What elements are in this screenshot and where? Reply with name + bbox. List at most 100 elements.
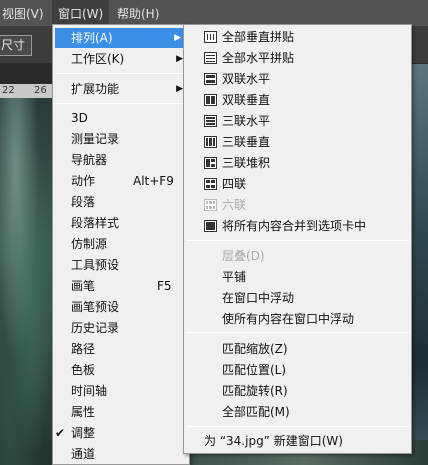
submenu-item-match-all[interactable]: 全部匹配(M) — [184, 402, 411, 422]
menu-separator — [55, 103, 187, 104]
submenu-item-four-up[interactable]: 四联 — [184, 174, 411, 194]
menu-item-label: 调整 — [71, 426, 96, 440]
submenu-item-label: 全部匹配(M) — [222, 405, 290, 419]
submenu-item-label: 全部水平拼贴 — [222, 51, 295, 65]
submenu-item-six-up: 六联 — [184, 195, 411, 215]
menu-item-adjustments[interactable]: ✔ 调整 — [53, 423, 189, 443]
menu-item-clone-source[interactable]: 仿制源 — [53, 234, 189, 254]
menu-item-label: 仿制源 — [71, 237, 108, 251]
submenu-item-consolidate-tabs[interactable]: 将所有内容合并到选项卡中 — [184, 216, 411, 236]
menu-item-label: 测量记录 — [71, 132, 120, 146]
submenu-item-cascade: 层叠(D) — [184, 246, 411, 266]
submenu-item-tile[interactable]: 平铺 — [184, 267, 411, 287]
ruler-tick-label: 22 — [2, 85, 15, 96]
menu-separator — [186, 332, 409, 333]
ruler-tick-label: 26 — [34, 85, 47, 96]
submenu-arrow-icon: ▶ — [176, 84, 183, 94]
menu-item-paths[interactable]: 路径 — [53, 339, 189, 359]
menu-item-timeline[interactable]: 时间轴 — [53, 381, 189, 401]
submenu-item-two-up-horizontal[interactable]: 双联水平 — [184, 69, 411, 89]
menu-item-swatches[interactable]: 色板 — [53, 360, 189, 380]
menu-item-tool-presets[interactable]: 工具预设 — [53, 255, 189, 275]
consolidate-tabs-icon — [204, 220, 217, 232]
menu-item-label: 属性 — [71, 405, 96, 419]
submenu-item-label: 匹配缩放(Z) — [222, 342, 288, 356]
three-up-horizontal-icon — [204, 115, 217, 127]
submenu-item-label: 三联垂直 — [222, 135, 271, 149]
tile-all-vertical-icon — [204, 31, 217, 43]
submenu-item-float-in-window[interactable]: 在窗口中浮动 — [184, 288, 411, 308]
submenu-item-label: 四联 — [222, 177, 247, 191]
submenu-item-float-all-in-windows[interactable]: 使所有内容在窗口中浮动 — [184, 309, 411, 329]
submenu-item-label: 双联垂直 — [222, 93, 271, 107]
submenu-item-tile-all-vertically[interactable]: 全部垂直拼贴 — [184, 27, 411, 47]
submenu-item-label: 匹配旋转(R) — [222, 384, 288, 398]
three-up-stacked-icon — [204, 157, 217, 169]
submenu-item-three-up-horizontal[interactable]: 三联水平 — [184, 111, 411, 131]
submenu-item-match-rotation[interactable]: 匹配旋转(R) — [184, 381, 411, 401]
submenu-arrow-icon: ▶ — [174, 33, 181, 43]
menu-item-label: 画笔 — [71, 279, 96, 293]
menu-separator — [186, 426, 409, 427]
submenu-item-match-location[interactable]: 匹配位置(L) — [184, 360, 411, 380]
submenu-arrow-icon: ▶ — [176, 54, 183, 64]
menu-item-workspace[interactable]: 工作区(K) ▶ — [53, 49, 189, 69]
submenu-item-three-up-stacked[interactable]: 三联堆积 — [184, 153, 411, 173]
menu-item-label: 工具预设 — [71, 258, 120, 272]
size-button[interactable]: 尺寸 — [0, 35, 32, 56]
menu-item-label: 段落 — [71, 195, 96, 209]
window-menu: 排列(A) ▶ 工作区(K) ▶ 扩展功能 ▶ 3D 测量记录 导航器 动作 A… — [52, 24, 190, 465]
submenu-item-three-up-vertical[interactable]: 三联垂直 — [184, 132, 411, 152]
menu-item-label: 3D — [71, 111, 88, 125]
menu-separator — [186, 240, 409, 241]
submenu-item-label: 全部垂直拼贴 — [222, 30, 295, 44]
submenu-item-two-up-vertical[interactable]: 双联垂直 — [184, 90, 411, 110]
four-up-icon — [204, 178, 217, 190]
menu-item-channels[interactable]: 通道 — [53, 444, 189, 464]
six-up-icon — [204, 199, 217, 211]
menu-item-paragraph-styles[interactable]: 段落样式 — [53, 213, 189, 233]
checkmark-icon: ✔ — [55, 426, 66, 440]
menu-item-label: 导航器 — [71, 153, 108, 167]
menu-item-label: 排列(A) — [71, 31, 113, 45]
menu-item-label: 动作 — [71, 174, 96, 188]
submenu-item-label: 使所有内容在窗口中浮动 — [222, 312, 355, 326]
submenu-item-label: 层叠(D) — [222, 249, 265, 263]
submenu-item-label: 将所有内容合并到选项卡中 — [222, 219, 367, 233]
tile-all-horizontal-icon — [204, 52, 217, 64]
menu-item-measurement-log[interactable]: 测量记录 — [53, 129, 189, 149]
menu-item-label: 画笔预设 — [71, 300, 120, 314]
menu-item-arrange[interactable]: 排列(A) ▶ — [55, 28, 187, 48]
menu-item-actions[interactable]: 动作 Alt+F9 — [53, 171, 189, 191]
submenu-item-label: 双联水平 — [222, 72, 271, 86]
menu-item-navigator[interactable]: 导航器 — [53, 150, 189, 170]
menu-item-history[interactable]: 历史记录 — [53, 318, 189, 338]
submenu-item-label: 在窗口中浮动 — [222, 291, 295, 305]
submenu-item-label: 平铺 — [222, 270, 247, 284]
submenu-item-match-zoom[interactable]: 匹配缩放(Z) — [184, 339, 411, 359]
document-canvas[interactable] — [0, 98, 52, 465]
submenu-item-new-window[interactable]: 为 “34.jpg” 新建窗口(W) — [184, 431, 411, 451]
arrange-submenu: 全部垂直拼贴 全部水平拼贴 双联水平 双联垂直 三联水平 三联垂直 三联堆积 四… — [183, 24, 412, 454]
two-up-horizontal-icon — [204, 73, 217, 85]
menu-separator — [55, 73, 187, 74]
submenu-item-label: 匹配位置(L) — [222, 363, 287, 377]
menu-item-paragraph[interactable]: 段落 — [53, 192, 189, 212]
menu-item-3d[interactable]: 3D — [53, 108, 189, 128]
two-up-vertical-icon — [204, 94, 217, 106]
menu-item-extensions[interactable]: 扩展功能 ▶ — [53, 79, 189, 99]
menu-item-shortcut: F5 — [157, 279, 172, 293]
menu-item-properties[interactable]: 属性 — [53, 402, 189, 422]
menu-item-label: 通道 — [71, 447, 96, 461]
submenu-item-label: 为 “34.jpg” 新建窗口(W) — [204, 434, 343, 448]
menu-help[interactable]: 帮助(H) — [111, 0, 165, 26]
menu-item-label: 路径 — [71, 342, 96, 356]
menu-window[interactable]: 窗口(W) — [52, 0, 110, 26]
menu-item-shortcut: Alt+F9 — [133, 174, 174, 188]
submenu-item-label: 三联水平 — [222, 114, 271, 128]
menu-view[interactable]: 视图(V) — [0, 0, 50, 26]
menu-item-label: 时间轴 — [71, 384, 108, 398]
menu-item-brush[interactable]: 画笔 F5 — [53, 276, 189, 296]
menu-item-brush-presets[interactable]: 画笔预设 — [53, 297, 189, 317]
submenu-item-tile-all-horizontally[interactable]: 全部水平拼贴 — [184, 48, 411, 68]
